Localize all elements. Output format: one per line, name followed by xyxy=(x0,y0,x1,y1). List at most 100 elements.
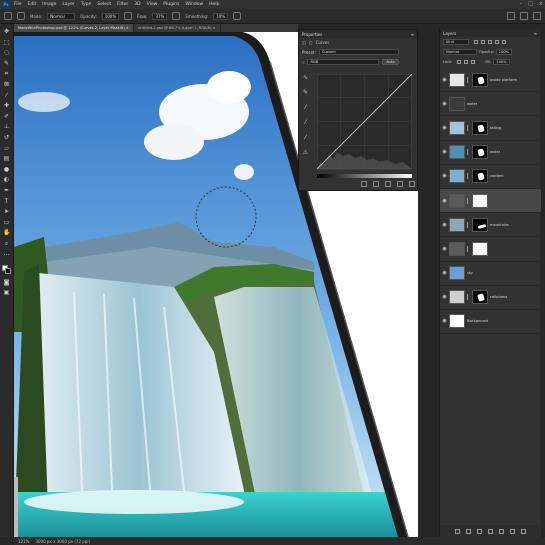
flow-field[interactable]: 37% xyxy=(152,12,168,20)
clip-to-layer-icon[interactable] xyxy=(361,181,367,187)
eyedropper-tool-icon[interactable]: ⁄ xyxy=(3,92,10,99)
menu-view[interactable]: View xyxy=(147,2,158,7)
panel-menu-icon[interactable]: ≡ xyxy=(411,32,414,37)
layer-mask-thumbnail[interactable] xyxy=(472,193,488,208)
menu-3d[interactable]: 3D xyxy=(134,2,140,7)
layer-opacity-field[interactable]: 100% xyxy=(495,49,513,55)
filter-shape-icon[interactable] xyxy=(495,40,499,44)
visibility-icon[interactable] xyxy=(397,181,403,187)
filter-type-icon[interactable] xyxy=(488,40,492,44)
channel-select[interactable]: RGB xyxy=(307,59,380,65)
menu-edit[interactable]: Edit xyxy=(28,2,37,7)
layer-row[interactable]: ◉ inside platform xyxy=(440,68,541,93)
menu-select[interactable]: Select xyxy=(97,2,111,7)
quick-select-tool-icon[interactable]: ✎ xyxy=(3,60,10,67)
more-tools-icon[interactable]: … xyxy=(3,250,10,257)
filter-kind-select[interactable]: Kind xyxy=(443,39,469,45)
eye-icon[interactable]: ◉ xyxy=(442,294,447,300)
crop-tool-icon[interactable]: ⌗ xyxy=(3,70,10,77)
reset-icon[interactable] xyxy=(385,181,391,187)
layer-row[interactable]: ◉ water xyxy=(440,92,541,117)
marquee-tool-icon[interactable]: ⬚ xyxy=(3,39,10,46)
filter-pixel-icon[interactable] xyxy=(474,40,478,44)
layer-mask-thumbnail[interactable] xyxy=(472,120,488,135)
eye-icon[interactable]: ◉ xyxy=(442,318,447,324)
pen-tool-icon[interactable]: ✒ xyxy=(3,187,10,194)
menu-filter[interactable]: Filter xyxy=(117,2,128,7)
brush-tool-icon[interactable]: ✐ xyxy=(3,113,10,120)
lock-all-icon[interactable] xyxy=(471,60,476,64)
menu-type[interactable]: Type xyxy=(81,2,91,7)
minimize-button[interactable]: – xyxy=(520,1,523,7)
layer-name[interactable]: content xyxy=(490,174,504,178)
new-group-icon[interactable] xyxy=(499,528,504,534)
lock-position-icon[interactable] xyxy=(464,60,469,64)
fill-field[interactable]: 100% xyxy=(493,59,510,65)
layer-row[interactable]: ◉ mountains xyxy=(440,213,541,238)
shape-tool-icon[interactable]: ▭ xyxy=(3,219,10,226)
menu-help[interactable]: Help xyxy=(209,2,219,7)
layer-style-icon[interactable] xyxy=(466,528,471,534)
menu-window[interactable]: Window xyxy=(185,2,203,7)
layer-mask-thumbnail[interactable] xyxy=(472,217,488,232)
add-mask-icon[interactable] xyxy=(477,528,482,534)
layer-row[interactable]: ◉ Background xyxy=(440,310,541,335)
mask-icon[interactable]: ▢ xyxy=(309,40,313,45)
layer-row-selected[interactable]: ◉ xyxy=(440,188,541,214)
close-button[interactable]: × xyxy=(539,1,543,7)
layer-name[interactable]: water xyxy=(490,150,500,154)
airbrush-icon[interactable] xyxy=(172,12,181,20)
auto-button[interactable]: Auto xyxy=(382,59,399,65)
layer-name[interactable]: falling xyxy=(490,126,501,130)
quick-mask-icon[interactable]: ◙ xyxy=(3,279,10,286)
layer-row[interactable]: ◉ cellphone xyxy=(440,286,541,310)
view-previous-icon[interactable] xyxy=(373,181,379,187)
clone-stamp-tool-icon[interactable]: ⊥ xyxy=(3,123,10,130)
eye-icon[interactable]: ◉ xyxy=(442,77,447,83)
maximize-button[interactable]: □ xyxy=(528,1,533,7)
tab-document-1[interactable]: MadeWithPhotoshop.psd @ 121% (Curves 2, … xyxy=(14,24,134,32)
eraser-tool-icon[interactable]: ▱ xyxy=(3,145,10,152)
layer-row[interactable]: ◉ falling xyxy=(440,116,541,141)
filter-smart-icon[interactable] xyxy=(502,40,506,44)
layer-name[interactable]: water xyxy=(467,102,477,106)
layer-row[interactable]: ◉ sky xyxy=(440,262,541,286)
delete-icon[interactable] xyxy=(409,181,415,187)
layer-mask-thumbnail[interactable] xyxy=(472,169,488,184)
new-adjustment-icon[interactable] xyxy=(488,528,493,534)
gray-point-eyedropper-icon[interactable]: ⁄ xyxy=(302,119,309,126)
gear-icon[interactable] xyxy=(233,12,242,20)
menu-image[interactable]: Image xyxy=(42,2,56,7)
zoom-tool-icon[interactable]: ⌕ xyxy=(3,240,10,247)
layer-mask-thumbnail[interactable] xyxy=(472,290,488,305)
eye-icon[interactable]: ◉ xyxy=(442,222,447,228)
eye-icon[interactable]: ◉ xyxy=(442,173,447,179)
target-adjust-icon[interactable]: ☝ xyxy=(302,60,304,65)
lock-pixels-icon[interactable] xyxy=(457,60,462,64)
hand-tool-icon[interactable]: ✋ xyxy=(3,229,10,236)
eye-icon[interactable]: ◉ xyxy=(442,270,447,276)
type-tool-icon[interactable]: T xyxy=(3,198,10,205)
history-brush-tool-icon[interactable]: ↺ xyxy=(3,134,10,141)
layer-name[interactable]: Background xyxy=(467,319,488,323)
background-color-swatch[interactable] xyxy=(4,268,11,275)
move-tool-icon[interactable]: ✥ xyxy=(3,28,10,35)
menu-layer[interactable]: Layer xyxy=(62,2,75,7)
link-layers-icon[interactable] xyxy=(455,528,460,534)
filter-adjustment-icon[interactable] xyxy=(481,40,485,44)
layer-row[interactable]: ◉ water xyxy=(440,141,541,165)
smoothing-field[interactable]: 10% xyxy=(213,12,229,20)
layer-name[interactable]: inside platform xyxy=(490,78,517,82)
new-layer-icon[interactable] xyxy=(510,528,515,534)
layer-name[interactable]: cellphone xyxy=(490,295,507,299)
dodge-tool-icon[interactable]: ◐ xyxy=(3,176,10,183)
share-icon[interactable] xyxy=(533,12,541,20)
trash-icon[interactable] xyxy=(521,528,526,534)
eye-icon[interactable]: ◉ xyxy=(442,101,447,107)
blend-mode-select[interactable]: Normal xyxy=(443,49,477,55)
layer-name[interactable]: mountains xyxy=(490,223,509,227)
eye-icon[interactable]: ◉ xyxy=(442,125,447,131)
menu-file[interactable]: File xyxy=(14,2,22,7)
mode-select[interactable]: Normal xyxy=(47,12,76,20)
tab-document-2[interactable]: Untitled-1.psd @ 66.7% (Layer 1, RGB/8) … xyxy=(134,24,221,32)
